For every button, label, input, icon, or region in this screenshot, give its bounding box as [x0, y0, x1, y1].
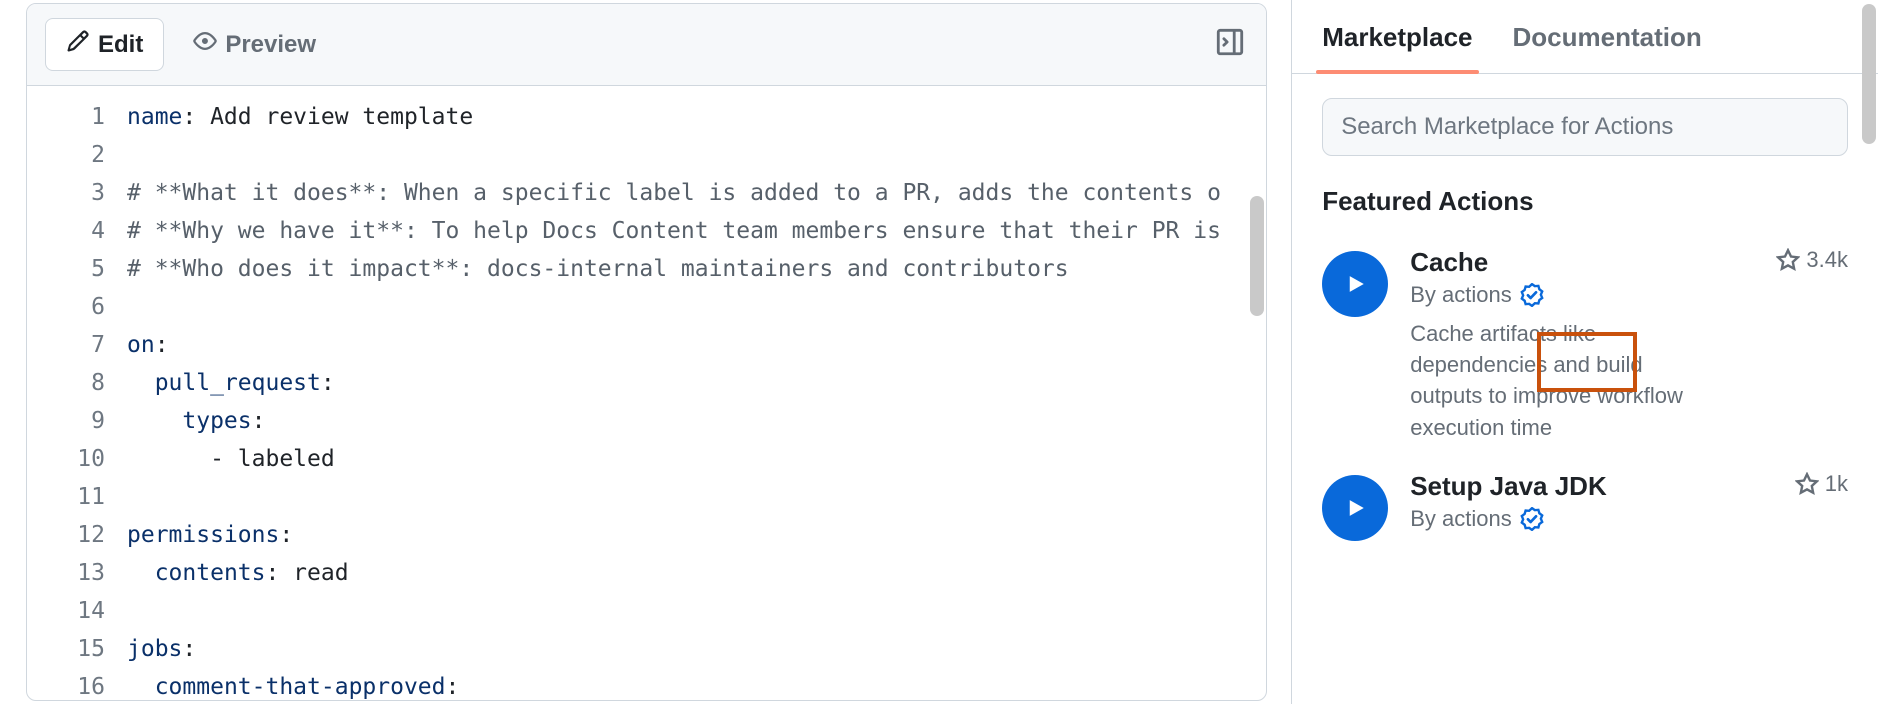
eye-icon	[193, 29, 217, 60]
action-title: Cache	[1410, 247, 1488, 278]
action-stars[interactable]: 3.4k	[1776, 247, 1848, 273]
code-line[interactable]: on:	[127, 326, 1221, 364]
code-line[interactable]: - labeled	[127, 440, 1221, 478]
code-content[interactable]: name: Add review template # **What it doe…	[127, 86, 1221, 700]
line-number-gutter: 12345678910111213141516	[27, 86, 127, 700]
editor-toolbar: Edit Preview	[27, 4, 1266, 86]
line-number: 13	[27, 554, 105, 592]
code-line[interactable]	[127, 136, 1221, 174]
line-number: 8	[27, 364, 105, 402]
editor-scrollbar[interactable]	[1248, 86, 1266, 700]
line-number: 9	[27, 402, 105, 440]
editor-panel: Edit Preview 12345678910111213141516 nam…	[26, 3, 1267, 701]
code-line[interactable]: name: Add review template	[127, 98, 1221, 136]
line-number: 3	[27, 174, 105, 212]
line-number: 4	[27, 212, 105, 250]
line-number: 5	[27, 250, 105, 288]
action-body: Setup Java JDK 1k By actions	[1410, 471, 1848, 541]
action-author: By actions	[1410, 282, 1848, 308]
marketplace-search-input[interactable]	[1322, 98, 1848, 156]
star-icon	[1795, 472, 1819, 496]
action-item[interactable]: Setup Java JDK 1k By actions	[1292, 453, 1878, 551]
preview-tab[interactable]: Preview	[172, 18, 337, 71]
tab-documentation[interactable]: Documentation	[1513, 22, 1702, 73]
action-title: Setup Java JDK	[1410, 471, 1607, 502]
action-item[interactable]: Cache 3.4k By actions Cache artifacts like …	[1292, 229, 1878, 453]
tab-marketplace[interactable]: Marketplace	[1322, 22, 1472, 73]
code-line[interactable]	[127, 288, 1221, 326]
code-line[interactable]: # **Who does it impact**: docs-internal …	[127, 250, 1221, 288]
code-line[interactable]: contents: read	[127, 554, 1221, 592]
action-author: By actions	[1410, 506, 1848, 532]
featured-actions-list: Cache 3.4k By actions Cache artifacts like …	[1292, 229, 1878, 551]
action-description: Cache artifacts like dependencies and bu…	[1410, 318, 1710, 443]
code-line[interactable]: jobs:	[127, 630, 1221, 668]
sidebar-expand-icon	[1215, 27, 1245, 62]
line-number: 11	[27, 478, 105, 516]
play-icon	[1322, 251, 1388, 317]
preview-tab-label: Preview	[225, 31, 316, 59]
code-line[interactable]: # **Why we have it**: To help Docs Conte…	[127, 212, 1221, 250]
code-line[interactable]: comment-that-approved:	[127, 668, 1221, 700]
line-number: 2	[27, 136, 105, 174]
featured-actions-heading: Featured Actions	[1292, 156, 1878, 229]
line-number: 10	[27, 440, 105, 478]
code-line[interactable]	[127, 478, 1221, 516]
toggle-sidebar-button[interactable]	[1212, 27, 1248, 63]
line-number: 6	[27, 288, 105, 326]
code-line[interactable]	[127, 592, 1221, 630]
line-number: 12	[27, 516, 105, 554]
code-line[interactable]: # **What it does**: When a specific labe…	[127, 174, 1221, 212]
code-editor[interactable]: 12345678910111213141516 name: Add review…	[27, 86, 1266, 700]
line-number: 14	[27, 592, 105, 630]
code-line[interactable]: permissions:	[127, 516, 1221, 554]
edit-tab-label: Edit	[98, 31, 143, 59]
line-number: 16	[27, 668, 105, 700]
action-stars[interactable]: 1k	[1795, 471, 1848, 497]
marketplace-tabs: Marketplace Documentation	[1292, 0, 1878, 74]
code-line[interactable]: types:	[127, 402, 1221, 440]
verified-icon	[1520, 283, 1544, 307]
marketplace-scrollbar[interactable]	[1860, 0, 1878, 704]
star-icon	[1776, 248, 1800, 272]
line-number: 15	[27, 630, 105, 668]
play-icon	[1322, 475, 1388, 541]
verified-icon	[1520, 507, 1544, 531]
code-icon	[66, 29, 90, 60]
action-body: Cache 3.4k By actions Cache artifacts like …	[1410, 247, 1848, 443]
line-number: 7	[27, 326, 105, 364]
marketplace-panel: Marketplace Documentation Featured Actio…	[1291, 0, 1878, 704]
edit-tab[interactable]: Edit	[45, 18, 164, 71]
code-line[interactable]: pull_request:	[127, 364, 1221, 402]
line-number: 1	[27, 98, 105, 136]
